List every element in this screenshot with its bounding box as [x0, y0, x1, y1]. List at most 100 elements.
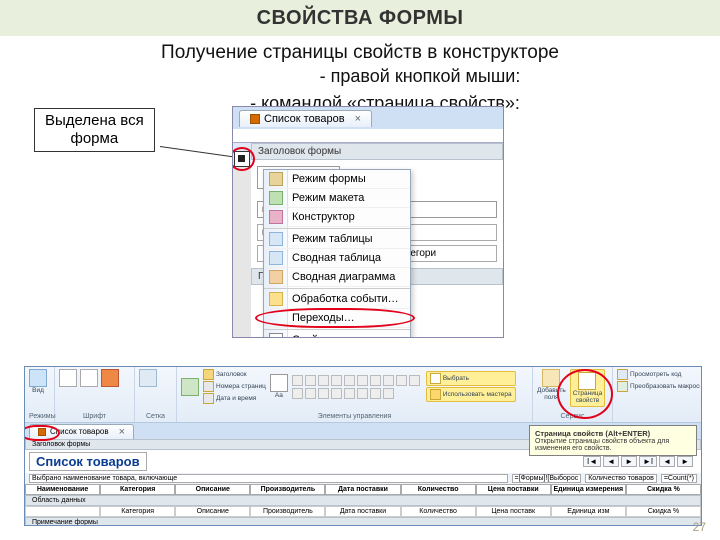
ribbon-btn-font-b[interactable]	[80, 369, 98, 387]
control-icon[interactable]	[370, 388, 381, 399]
ribbon-btn-convert-macros[interactable]: Преобразовать макросы формы в...	[617, 381, 700, 392]
code-icon	[617, 369, 628, 380]
column-header[interactable]: Дата поставки	[325, 484, 400, 495]
design-view-icon	[269, 210, 283, 224]
form-title-label-2[interactable]: Список товаров	[29, 452, 147, 471]
section-detail[interactable]: Область данных	[25, 495, 701, 506]
detail-cell[interactable]: Цена поставк	[476, 506, 551, 517]
detail-cell[interactable]: Категория	[100, 506, 175, 517]
control-icon[interactable]	[318, 375, 329, 386]
detail-cell[interactable]: Дата поставки	[325, 506, 400, 517]
datetime-icon	[203, 393, 214, 404]
menu-item-pivot-chart[interactable]: Сводная диаграмма	[264, 268, 410, 287]
detail-cell[interactable]: Количество	[401, 506, 476, 517]
control-icon[interactable]	[370, 375, 381, 386]
column-headers: Наименование Категория Описание Производ…	[25, 484, 701, 495]
expression-value[interactable]: =[Формы]![Выборос	[512, 474, 582, 483]
events-icon	[269, 292, 283, 306]
menu-item-properties[interactable]: Свойства	[264, 331, 410, 338]
menu-item-form-view[interactable]: Режим формы	[264, 170, 410, 189]
document-tabs: Список товаров ×	[233, 107, 503, 129]
ribbon-group-controls: Заголовок Номера страниц Дата и время Aa	[177, 367, 533, 422]
column-header[interactable]: Наименование	[25, 484, 100, 495]
control-icon[interactable]	[409, 375, 420, 386]
control-icon[interactable]	[344, 388, 355, 399]
ribbon-btn-use-wizard[interactable]: Использовать мастера	[426, 387, 516, 402]
pivot-table-icon	[269, 251, 283, 265]
menu-item-pivot-table[interactable]: Сводная таблица	[264, 249, 410, 268]
control-icon[interactable]	[292, 375, 303, 386]
control-icon[interactable]	[383, 375, 394, 386]
control-icon[interactable]	[344, 375, 355, 386]
column-header[interactable]: Цена поставки	[476, 484, 551, 495]
detail-cell[interactable]: Описание	[175, 506, 250, 517]
nav-first[interactable]: I◄	[583, 456, 601, 467]
ribbon-btn-textbox[interactable]: Aa	[270, 374, 288, 400]
add-fields-icon	[542, 369, 560, 387]
control-icon[interactable]	[292, 388, 303, 399]
method-right-click: - правой кнопкой мыши:	[120, 66, 720, 87]
menu-item-event-handling[interactable]: Обработка событий…	[264, 290, 410, 309]
ribbon-btn-date-time[interactable]: Дата и время	[203, 393, 266, 404]
form-header-section-bar[interactable]: Заголовок формы	[251, 143, 503, 160]
select-icon	[430, 373, 441, 384]
control-icon[interactable]	[305, 388, 316, 399]
control-icon[interactable]	[396, 375, 407, 386]
nav-next2[interactable]: ►	[677, 456, 693, 467]
ribbon-group-code: Просмотреть код Преобразовать макросы фо…	[613, 367, 701, 422]
close-icon[interactable]: ×	[119, 426, 125, 438]
ribbon-btn-font-a[interactable]	[59, 369, 77, 387]
control-icon[interactable]	[357, 375, 368, 386]
column-header[interactable]: Категория	[100, 484, 175, 495]
ribbon-btn-font-color[interactable]	[101, 369, 119, 387]
ribbon-btn-page-numbers[interactable]: Номера страниц	[203, 381, 266, 392]
nav-next[interactable]: ►	[621, 456, 637, 467]
ribbon-btn-logo[interactable]	[181, 378, 199, 396]
ribbon-group-font: Шрифт	[55, 367, 135, 422]
nav-prev[interactable]: ◄	[603, 456, 619, 467]
control-icon[interactable]	[383, 388, 394, 399]
menu-item-datasheet-view[interactable]: Режим таблицы	[264, 230, 410, 249]
ribbon-btn-heading[interactable]: Заголовок	[203, 369, 266, 380]
column-header[interactable]: Производитель	[250, 484, 325, 495]
slide-subtitle: Получение страницы свойств в конструктор…	[0, 42, 720, 64]
navigation-controls: I◄ ◄ ► ►I ◄ ►	[583, 456, 693, 467]
nav-last[interactable]: ►I	[639, 456, 657, 467]
ribbon-btn-view-code[interactable]: Просмотреть код	[617, 369, 681, 380]
control-icon[interactable]	[331, 388, 342, 399]
font-b-icon	[80, 369, 98, 387]
document-tab[interactable]: Список товаров ×	[239, 110, 372, 127]
tooltip: Страница свойств (Alt+ENTER) Открытие ст…	[529, 425, 697, 456]
detail-cell[interactable]: Единица изм	[551, 506, 626, 517]
nav-prev2[interactable]: ◄	[659, 456, 675, 467]
control-icon[interactable]	[357, 388, 368, 399]
section-form-footer[interactable]: Примечание формы	[25, 517, 701, 526]
column-header[interactable]: Описание	[175, 484, 250, 495]
wizard-icon	[430, 389, 441, 400]
tooltip-body: Открытие страницы свойств объекта для из…	[535, 438, 691, 452]
menu-item-layout-view[interactable]: Режим макета	[264, 189, 410, 208]
properties-icon	[269, 333, 283, 338]
expression-label[interactable]: Выбрано наименование товара, включающе	[29, 474, 508, 483]
ribbon-btn-select[interactable]: Выбрать	[426, 371, 516, 386]
detail-cell[interactable]: Скидка %	[626, 506, 701, 517]
menu-item-design-view[interactable]: Конструктор	[264, 208, 410, 227]
detail-row: Категория Описание Производитель Дата по…	[25, 506, 701, 517]
vertical-ruler	[233, 167, 251, 337]
column-header[interactable]: Количество	[401, 484, 476, 495]
control-icon[interactable]	[305, 375, 316, 386]
control-icon[interactable]	[318, 388, 329, 399]
font-color-icon	[101, 369, 119, 387]
expression-label[interactable]: Количество товаров	[585, 474, 657, 483]
detail-cell[interactable]	[25, 506, 100, 517]
close-icon[interactable]: ×	[355, 113, 361, 125]
column-header[interactable]: Единица измерения	[551, 484, 626, 495]
control-icon[interactable]	[331, 375, 342, 386]
ribbon-btn-view[interactable]: Вид	[29, 369, 47, 395]
view-icon	[29, 369, 47, 387]
tooltip-title: Страница свойств (Alt+ENTER)	[535, 429, 691, 438]
column-header[interactable]: Скидка %	[626, 484, 701, 495]
ribbon-btn-gridlines[interactable]	[139, 369, 157, 387]
expression-value[interactable]: =Count(*)	[661, 474, 697, 483]
detail-cell[interactable]: Производитель	[250, 506, 325, 517]
